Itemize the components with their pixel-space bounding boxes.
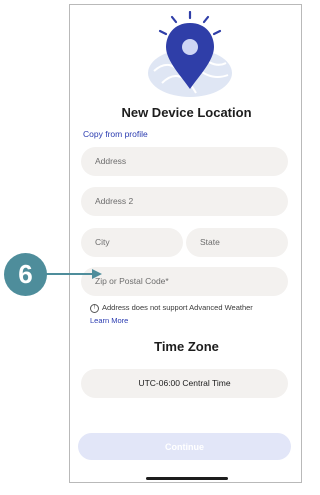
- location-pin-icon: [148, 11, 232, 97]
- continue-button[interactable]: Continue: [78, 433, 291, 460]
- copy-from-profile-link[interactable]: Copy from profile: [83, 129, 148, 139]
- step-number-badge: 6: [4, 253, 47, 296]
- callout-arrow-icon: [46, 269, 102, 279]
- zip-input[interactable]: Zip or Postal Code*: [81, 267, 288, 296]
- page-title: New Device Location: [121, 105, 252, 120]
- info-icon: !: [90, 303, 99, 313]
- city-input[interactable]: City: [81, 228, 183, 257]
- weather-notice: ! Address does not support Advanced Weath…: [90, 303, 253, 313]
- address-input[interactable]: Address: [81, 147, 288, 176]
- timezone-title: Time Zone: [154, 339, 219, 354]
- state-input[interactable]: State: [186, 228, 288, 257]
- learn-more-link[interactable]: Learn More: [90, 316, 128, 325]
- address2-input[interactable]: Address 2: [81, 187, 288, 216]
- timezone-select[interactable]: UTC-06:00 Central Time: [81, 369, 288, 398]
- home-indicator: [146, 477, 228, 480]
- phone-screen: New Device Location Copy from profile Ad…: [69, 4, 302, 483]
- weather-notice-text: Address does not support Advanced Weathe…: [102, 303, 253, 312]
